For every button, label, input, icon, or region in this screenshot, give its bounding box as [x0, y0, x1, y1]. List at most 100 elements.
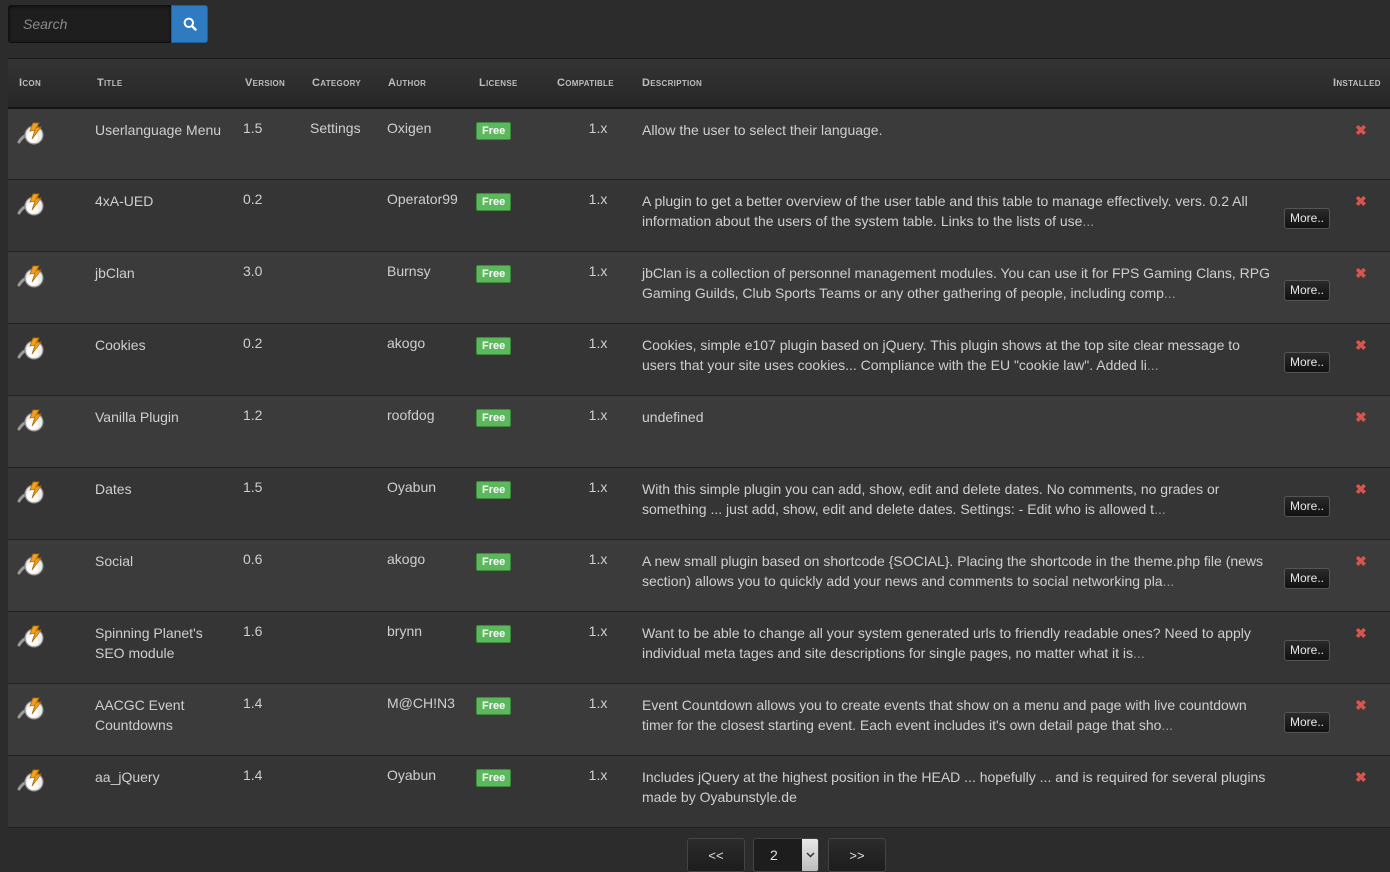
- plugin-version: 1.4: [243, 755, 310, 828]
- table-row: Dates 1.5 Oyabun Free 1.x With this simp…: [8, 467, 1390, 540]
- more-button[interactable]: More..: [1283, 712, 1330, 733]
- plugin-author: Oyabun: [387, 755, 476, 828]
- plugin-icon-cell: [8, 683, 86, 756]
- remove-icon[interactable]: ✖: [1355, 409, 1390, 426]
- plugin-title: 4xA-UED: [86, 179, 243, 252]
- plugin-license: Free: [476, 683, 556, 756]
- next-page-button[interactable]: >>: [828, 838, 886, 872]
- plugin-installed: ✖: [1333, 179, 1390, 252]
- plugin-compatible: 1.x: [556, 323, 640, 396]
- more-button[interactable]: More..: [1283, 280, 1330, 301]
- page-select[interactable]: 2: [753, 838, 819, 872]
- col-header-category[interactable]: Category: [310, 58, 387, 109]
- plugin-icon: [16, 551, 86, 580]
- plugin-description: A new small plugin based on shortcode {S…: [642, 553, 1264, 589]
- plugin-compatible: 1.x: [556, 467, 640, 540]
- plugin-category: [310, 179, 387, 252]
- remove-icon[interactable]: ✖: [1355, 265, 1390, 282]
- col-header-license[interactable]: License: [476, 58, 556, 109]
- plugin-description-cell: Want to be able to change all your syste…: [640, 611, 1333, 684]
- license-badge: Free: [476, 769, 512, 787]
- remove-icon[interactable]: ✖: [1355, 193, 1390, 210]
- plugin-author: Oxigen: [387, 107, 476, 180]
- plugin-license: Free: [476, 251, 556, 324]
- plugin-compatible: 1.x: [556, 251, 640, 324]
- col-header-icon[interactable]: Icon: [8, 58, 86, 109]
- plugin-description-cell: Event Countdown allows you to create eve…: [640, 683, 1333, 756]
- plugin-license: Free: [476, 395, 556, 468]
- license-badge: Free: [476, 553, 512, 571]
- plugin-license: Free: [476, 755, 556, 828]
- plugin-category: [310, 683, 387, 756]
- plugin-title: AACGC Event Countdowns: [86, 683, 243, 756]
- plugin-author: akogo: [387, 539, 476, 612]
- col-header-installed[interactable]: Installed: [1333, 58, 1390, 109]
- remove-icon[interactable]: ✖: [1355, 625, 1390, 642]
- plugin-author: brynn: [387, 611, 476, 684]
- more-button[interactable]: More..: [1283, 208, 1330, 229]
- plugin-title: Vanilla Plugin: [86, 395, 243, 468]
- plugin-icon: [16, 767, 86, 796]
- more-button[interactable]: More..: [1283, 496, 1330, 517]
- more-button[interactable]: More..: [1283, 640, 1330, 661]
- plugin-description-cell: Cookies, simple e107 plugin based on jQu…: [640, 323, 1333, 396]
- plugin-description-cell: Includes jQuery at the highest position …: [640, 755, 1333, 828]
- plugin-description: Want to be able to change all your syste…: [642, 625, 1251, 661]
- plugin-title: Dates: [86, 467, 243, 540]
- plugin-description: jbClan is a collection of personnel mana…: [642, 265, 1270, 301]
- plugin-license: Free: [476, 467, 556, 540]
- plugin-icon: [16, 623, 86, 652]
- plugins-table: Icon Title Version Category Author Licen…: [8, 58, 1390, 828]
- remove-icon[interactable]: ✖: [1355, 337, 1390, 354]
- pagination: << 2 >>: [687, 838, 886, 872]
- plugin-category: [310, 467, 387, 540]
- remove-icon[interactable]: ✖: [1355, 122, 1390, 139]
- plugin-description-cell: A new small plugin based on shortcode {S…: [640, 539, 1333, 612]
- description-ellipsis: ...: [1161, 717, 1174, 733]
- table-row: Vanilla Plugin 1.2 roofdog Free 1.x unde…: [8, 395, 1390, 468]
- plugin-installed: ✖: [1333, 611, 1390, 684]
- plugin-description: undefined: [642, 409, 704, 425]
- plugin-compatible: 1.x: [556, 179, 640, 252]
- col-header-description[interactable]: Description: [640, 58, 1333, 109]
- plugin-installed: ✖: [1333, 395, 1390, 468]
- table-row: 4xA-UED 0.2 Operator99 Free 1.x A plugin…: [8, 179, 1390, 252]
- plugin-author: Burnsy: [387, 251, 476, 324]
- search-input[interactable]: [8, 5, 171, 43]
- remove-icon[interactable]: ✖: [1355, 481, 1390, 498]
- description-ellipsis: ...: [1163, 285, 1176, 301]
- plugin-category: [310, 539, 387, 612]
- more-button[interactable]: More..: [1283, 352, 1330, 373]
- plugin-installed: ✖: [1333, 683, 1390, 756]
- plugin-compatible: 1.x: [556, 539, 640, 612]
- plugin-title: Social: [86, 539, 243, 612]
- col-header-title[interactable]: Title: [86, 58, 243, 109]
- plugin-version: 0.2: [243, 323, 310, 396]
- col-header-compatible[interactable]: Compatible: [556, 58, 640, 109]
- plugin-compatible: 1.x: [556, 107, 640, 180]
- more-button[interactable]: More..: [1283, 568, 1330, 589]
- plugin-icon-cell: [8, 467, 86, 540]
- col-header-author[interactable]: Author: [387, 58, 476, 109]
- chevron-down-icon: [802, 839, 818, 871]
- plugin-compatible: 1.x: [556, 755, 640, 828]
- remove-icon[interactable]: ✖: [1355, 697, 1390, 714]
- plugin-installed: ✖: [1333, 539, 1390, 612]
- table-header-row: Icon Title Version Category Author Licen…: [8, 58, 1390, 109]
- license-badge: Free: [476, 193, 512, 211]
- license-badge: Free: [476, 265, 512, 283]
- plugin-title: Spinning Planet's SEO module: [86, 611, 243, 684]
- plugin-category: [310, 611, 387, 684]
- remove-icon[interactable]: ✖: [1355, 553, 1390, 570]
- plugin-version: 1.6: [243, 611, 310, 684]
- prev-page-button[interactable]: <<: [687, 838, 745, 872]
- plugin-icon-cell: [8, 107, 86, 180]
- remove-icon[interactable]: ✖: [1355, 769, 1390, 786]
- plugin-installed: ✖: [1333, 251, 1390, 324]
- license-badge: Free: [476, 121, 512, 140]
- plugin-icon-cell: [8, 251, 86, 324]
- table-row: Userlanguage Menu 1.5 Settings Oxigen Fr…: [8, 107, 1390, 180]
- col-header-version[interactable]: Version: [243, 58, 310, 109]
- search-button[interactable]: [171, 5, 208, 43]
- table-row: aa_jQuery 1.4 Oyabun Free 1.x Includes j…: [8, 755, 1390, 828]
